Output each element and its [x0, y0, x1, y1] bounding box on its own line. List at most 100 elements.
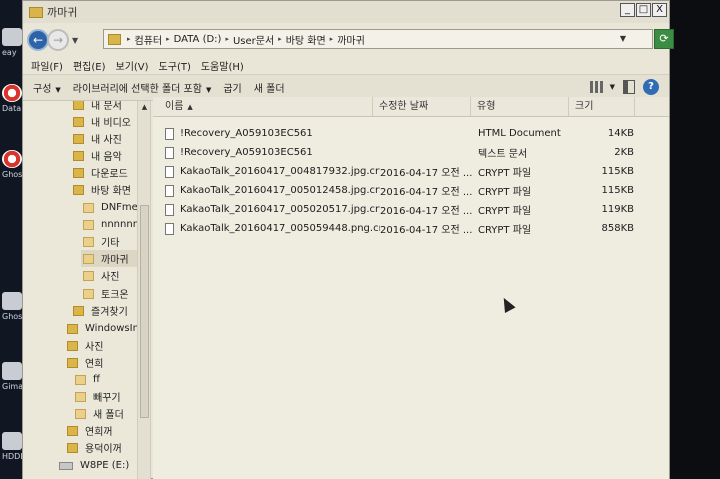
tree-item-label: 즐겨찾기: [91, 307, 128, 318]
close-button[interactable]: X: [652, 3, 667, 17]
tree-item-drive[interactable]: W8PE (E:): [59, 457, 129, 474]
file-size: 115KB: [601, 185, 634, 196]
chevron-right-icon[interactable]: ▸: [278, 35, 282, 43]
desktop-icon[interactable]: Ghos: [2, 150, 24, 179]
tree-item-label: 용덕이꺼: [85, 444, 122, 455]
tree-item[interactable]: 내 사진: [73, 130, 122, 147]
chevron-down-icon[interactable]: ▼: [610, 83, 615, 91]
tree-item-label: 내 사진: [91, 135, 122, 146]
chevron-down-icon[interactable]: ▼: [620, 34, 626, 43]
desktop-icon-label: Ghos: [2, 312, 23, 321]
nav-scrollbar[interactable]: ▲: [137, 101, 150, 479]
tree-item[interactable]: 내 음악: [73, 147, 122, 164]
organize-button[interactable]: 구성 ▼: [33, 80, 61, 95]
chevron-right-icon[interactable]: ▸: [330, 35, 334, 43]
recent-pages-dropdown[interactable]: ▼: [72, 36, 78, 45]
tree-item[interactable]: 토크온: [83, 285, 129, 302]
file-row[interactable]: KakaoTalk_20160417_005012458.jpg.crypt 20…: [165, 181, 634, 200]
tree-item[interactable]: 내 비디오: [73, 113, 131, 130]
new-folder-button[interactable]: 새 폴더: [254, 80, 285, 95]
tree-item[interactable]: 다운로드: [73, 164, 128, 181]
address-bar[interactable]: ▸ 컴퓨터 ▸ DATA (D:) ▸ User문서 ▸ 바탕 화면 ▸ 까마귀…: [103, 29, 674, 49]
folder-icon: [73, 150, 84, 161]
tree-item[interactable]: ff: [75, 371, 100, 388]
tree-item[interactable]: 내 문서: [73, 101, 122, 113]
minimize-button[interactable]: _: [620, 3, 635, 17]
desktop-icon[interactable]: Gima: [2, 362, 24, 391]
tree-item[interactable]: 새 폴더: [75, 405, 124, 422]
breadcrumb-current[interactable]: 까마귀: [337, 32, 365, 47]
file-list: 이름 ▲ 수정한 날짜 유형 크기 !Recovery_A059103EC561 H…: [153, 97, 669, 479]
menu-file[interactable]: 파일(F): [31, 58, 63, 73]
image-icon: [2, 362, 22, 380]
file-row[interactable]: !Recovery_A059103EC561 텍스트 문서 2KB: [165, 143, 634, 162]
refresh-button[interactable]: ⟳: [654, 29, 674, 49]
chevron-right-icon[interactable]: ▸: [225, 35, 229, 43]
folder-icon: [29, 6, 43, 18]
file-size: 2KB: [614, 147, 634, 158]
breadcrumb-user-docs[interactable]: User문서: [233, 32, 274, 47]
tree-item[interactable]: 연희꺼: [67, 422, 113, 439]
menu-edit[interactable]: 편집(E): [73, 58, 106, 73]
tree-item[interactable]: 사진: [67, 337, 103, 354]
tree-item-label: W8PE (E:): [80, 460, 130, 471]
tree-item[interactable]: 바탕 화면: [73, 181, 131, 198]
desktop-icon-label: eay: [2, 48, 17, 57]
chevron-right-icon[interactable]: ▸: [127, 35, 131, 43]
back-button[interactable]: ←: [27, 29, 49, 51]
breadcrumb-desktop[interactable]: 바탕 화면: [286, 32, 326, 47]
menu-help[interactable]: 도움말(H): [201, 58, 244, 73]
tree-item[interactable]: DNFmed: [83, 199, 144, 216]
tree-item[interactable]: 즐겨찾기: [73, 302, 128, 319]
column-header-type[interactable]: 유형: [471, 97, 569, 116]
burn-button[interactable]: 굽기: [223, 80, 241, 95]
column-header-date[interactable]: 수정한 날짜: [373, 97, 471, 116]
tree-item-label: ff: [93, 374, 100, 385]
file-name: KakaoTalk_20160417_005059448.png.cr...: [180, 223, 380, 234]
file-row[interactable]: KakaoTalk_20160417_005059448.png.cr... 20…: [165, 219, 634, 238]
tree-item-selected[interactable]: 까마귀: [81, 250, 137, 267]
file-type: 텍스트 문서: [478, 149, 528, 160]
folder-icon: [67, 323, 78, 334]
menu-tools[interactable]: 도구(T): [159, 58, 191, 73]
tree-item-label: 기타: [101, 238, 120, 249]
scroll-up-arrow-icon[interactable]: ▲: [138, 101, 150, 114]
desktop-icon[interactable]: HDDL: [2, 432, 24, 461]
hdd-icon: [2, 432, 22, 450]
include-library-button[interactable]: 라이브러리에 선택한 폴더 포함 ▼: [73, 80, 212, 95]
background-edge: [668, 0, 720, 479]
tree-item[interactable]: 빼꾸기: [75, 388, 121, 405]
tree-item[interactable]: 기타: [83, 233, 119, 250]
file-row[interactable]: KakaoTalk_20160417_005020517.jpg.crypt 20…: [165, 200, 634, 219]
desktop-icon[interactable]: eay: [2, 28, 24, 57]
breadcrumb-drive[interactable]: DATA (D:): [174, 34, 222, 45]
menu-view[interactable]: 보기(V): [116, 58, 149, 73]
file-name: KakaoTalk_20160417_005020517.jpg.crypt: [180, 204, 380, 215]
tree-item[interactable]: 연희: [67, 354, 103, 371]
tree-item-label: 빼꾸기: [93, 393, 121, 404]
folder-icon: [83, 219, 94, 230]
scroll-thumb[interactable]: [140, 205, 149, 418]
maximize-button[interactable]: □: [636, 3, 651, 17]
file-row[interactable]: !Recovery_A059103EC561 HTML Document 14KB: [165, 124, 634, 143]
desktop-icon-label: Ghos: [2, 170, 23, 179]
column-header-size[interactable]: 크기: [569, 97, 635, 116]
help-icon[interactable]: ?: [643, 79, 659, 95]
file-size: 119KB: [601, 204, 634, 215]
tree-item[interactable]: 용덕이꺼: [67, 439, 122, 456]
desktop-icon[interactable]: Ghos: [2, 292, 24, 321]
breadcrumb-computer[interactable]: 컴퓨터: [135, 32, 163, 47]
file-row[interactable]: KakaoTalk_20160417_004817932.jpg.crypt 20…: [165, 162, 634, 181]
forward-button[interactable]: →: [47, 29, 69, 51]
tree-item[interactable]: 사진: [83, 267, 119, 284]
folder-icon: [73, 167, 84, 178]
computer-icon: [2, 28, 22, 46]
file-date: 2016-04-17 오전 ...: [380, 206, 473, 217]
preview-pane-icon[interactable]: [623, 80, 635, 94]
tree-item-label: 내 음악: [91, 152, 122, 163]
desktop-icon[interactable]: Data: [2, 84, 24, 113]
view-options-icon[interactable]: [589, 81, 604, 93]
column-header-name[interactable]: 이름 ▲: [153, 97, 373, 116]
title-bar[interactable]: 까마귀 _ □ X: [23, 1, 669, 23]
chevron-right-icon[interactable]: ▸: [166, 35, 170, 43]
